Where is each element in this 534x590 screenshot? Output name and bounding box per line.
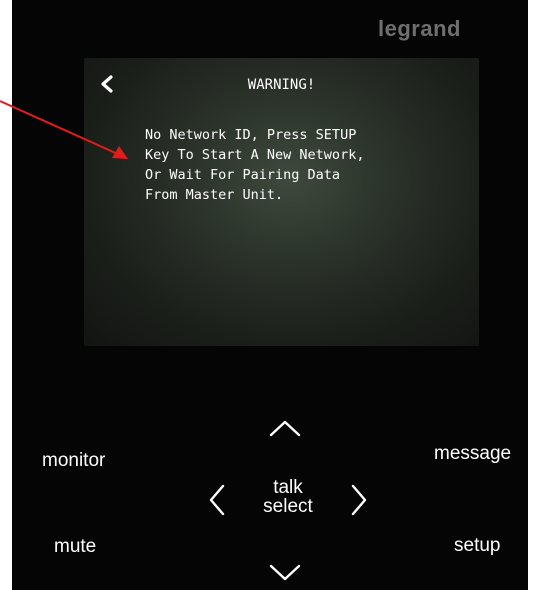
chevron-down-icon[interactable] <box>268 563 302 583</box>
display-screen: WARNING! No Network ID, Press SETUP Key … <box>84 58 479 346</box>
warning-message: No Network ID, Press SETUP Key To Start … <box>145 127 365 203</box>
screen-title: WARNING! <box>247 77 316 93</box>
talk-label: talk <box>273 477 303 498</box>
page: legrand WARNING! No Network ID, Press SE… <box>0 0 534 590</box>
message-button[interactable]: message <box>434 443 511 465</box>
chevron-left-icon[interactable] <box>207 483 227 517</box>
select-label: select <box>263 496 313 517</box>
setup-button[interactable]: setup <box>454 535 500 557</box>
brand-logo: legrand <box>378 16 461 41</box>
chevron-right-icon[interactable] <box>349 483 369 517</box>
talk-select-button[interactable]: talk select <box>250 478 326 516</box>
chevron-up-icon[interactable] <box>268 418 302 438</box>
monitor-button[interactable]: monitor <box>42 450 105 472</box>
intercom-panel: legrand WARNING! No Network ID, Press SE… <box>12 0 528 590</box>
mute-button[interactable]: mute <box>54 536 96 558</box>
